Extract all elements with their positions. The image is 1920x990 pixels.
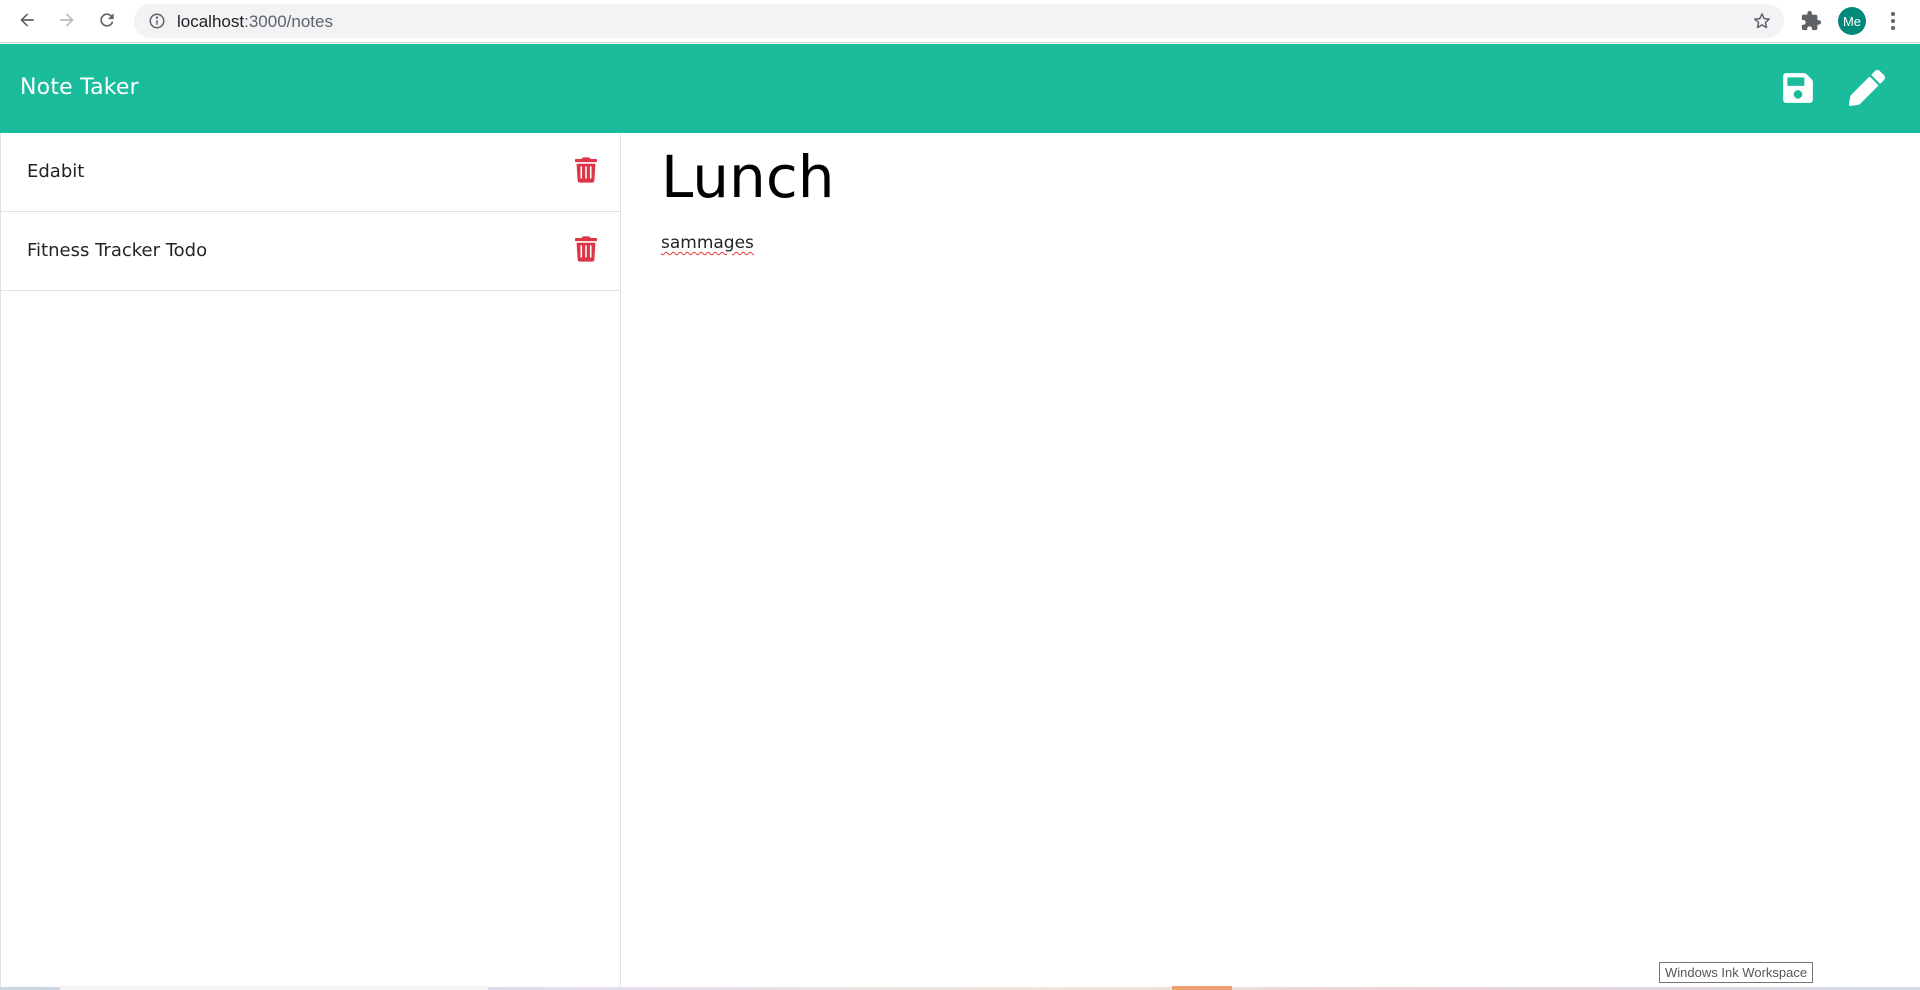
taskbar-search-edge	[60, 986, 488, 990]
url-text: localhost:3000/notes	[177, 12, 333, 32]
app-navbar: Note Taker	[0, 44, 1920, 133]
note-list-title[interactable]: Edabit	[27, 161, 84, 182]
app-title[interactable]: Note Taker	[20, 75, 139, 100]
trash-icon[interactable]	[575, 157, 597, 183]
pencil-icon[interactable]	[1849, 70, 1885, 106]
trash-icon[interactable]	[575, 236, 597, 262]
reload-button[interactable]	[94, 7, 120, 33]
back-button[interactable]	[14, 7, 40, 33]
info-icon[interactable]	[148, 12, 166, 30]
arrow-left-icon	[20, 13, 34, 27]
list-item[interactable]: Edabit	[1, 133, 620, 212]
floppy-disk-icon[interactable]	[1781, 71, 1815, 105]
list-item[interactable]: Fitness Tracker Todo	[1, 212, 620, 291]
reload-icon	[100, 13, 114, 27]
forward-button[interactable]	[54, 7, 80, 33]
puzzle-icon[interactable]	[1800, 10, 1822, 32]
note-text-area[interactable]: sammages	[661, 233, 754, 253]
star-icon[interactable]	[1752, 11, 1772, 31]
url-path: :3000/notes	[244, 12, 333, 31]
note-list-title[interactable]: Fitness Tracker Todo	[27, 240, 207, 261]
arrow-right-icon	[60, 13, 74, 27]
browser-toolbar: localhost:3000/notes Me	[0, 0, 1920, 43]
note-editor: Lunch sammages	[621, 133, 1920, 987]
note-title-input[interactable]: Lunch	[661, 143, 834, 211]
windows-tooltip: Windows Ink Workspace	[1659, 962, 1814, 983]
notes-list: Edabit Fitness Tracker Todo	[0, 133, 621, 987]
kebab-menu-icon[interactable]	[1883, 9, 1903, 33]
profile-avatar[interactable]: Me	[1838, 7, 1866, 35]
url-host: localhost	[177, 12, 245, 31]
address-bar[interactable]: localhost:3000/notes	[134, 4, 1784, 38]
taskbar-active-app-edge	[1172, 986, 1232, 990]
